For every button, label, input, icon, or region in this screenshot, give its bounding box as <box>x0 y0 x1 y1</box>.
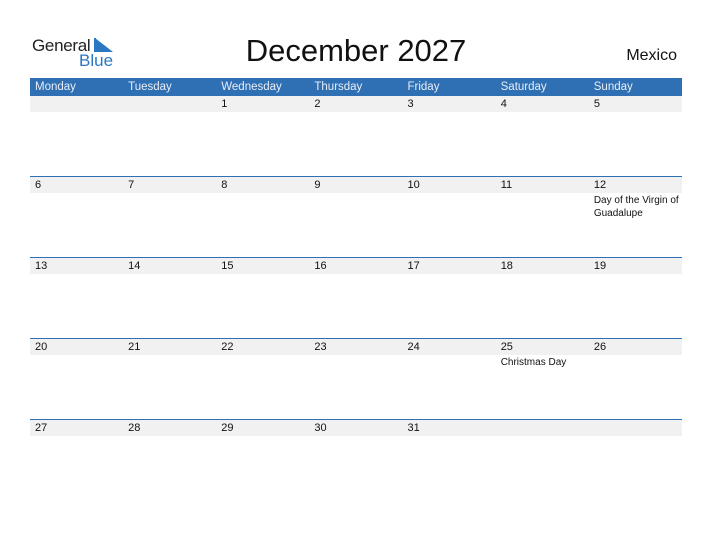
day-number: 14 <box>128 260 141 272</box>
day-cell: 14 <box>123 257 216 338</box>
day-cell: 30 <box>309 419 402 500</box>
weekday-monday: Monday <box>35 81 76 93</box>
day-number: 19 <box>593 260 607 272</box>
day-number: 30 <box>314 422 327 434</box>
weekday-saturday: Saturday <box>500 81 547 93</box>
day-cell: 25 Christmas Day <box>496 338 589 419</box>
week-row: 13 14 15 16 17 18 19 <box>30 257 682 338</box>
day-number: 16 <box>314 260 327 272</box>
day-cell: 22 <box>216 338 309 419</box>
weekday-friday: Friday <box>407 81 440 93</box>
day-number: 5 <box>593 98 600 110</box>
day-number: 21 <box>128 341 141 353</box>
day-cell <box>123 95 216 176</box>
day-number: 20 <box>35 341 48 353</box>
day-cell: 28 <box>123 419 216 500</box>
day-cell <box>30 95 123 176</box>
day-number: 13 <box>35 260 48 272</box>
day-number: 12 <box>593 179 607 191</box>
day-cell: 18 <box>496 257 589 338</box>
week-row: 27 28 29 30 31 <box>30 419 682 500</box>
day-number: 4 <box>500 98 507 110</box>
day-cell: 29 <box>216 419 309 500</box>
day-cell: 15 <box>216 257 309 338</box>
day-number: 3 <box>407 98 414 110</box>
day-cell: 27 <box>30 419 123 500</box>
day-cell: 6 <box>30 176 123 257</box>
day-cell: 7 <box>123 176 216 257</box>
day-number: 2 <box>314 98 321 110</box>
day-cell: 20 <box>30 338 123 419</box>
weekday-sunday: Sunday <box>593 81 633 93</box>
country-label: Mexico <box>626 47 677 64</box>
day-cell: 1 <box>216 95 309 176</box>
day-cell: 8 <box>216 176 309 257</box>
weekday-tuesday: Tuesday <box>128 81 172 93</box>
calendar-title: December 2027 <box>245 33 467 68</box>
day-cell: 24 <box>403 338 496 419</box>
day-cell: 13 <box>30 257 123 338</box>
weekday-thursday: Thursday <box>314 81 363 93</box>
day-cell: 19 <box>589 257 682 338</box>
day-cell: 21 <box>123 338 216 419</box>
day-cell: 9 <box>309 176 402 257</box>
day-cell: 10 <box>403 176 496 257</box>
day-number: 6 <box>35 179 42 191</box>
day-cell: 23 <box>309 338 402 419</box>
day-cell: 17 <box>403 257 496 338</box>
day-number: 7 <box>128 179 135 191</box>
day-number: 10 <box>407 179 420 191</box>
weekday-header: Monday Tuesday Wednesday Thursday Friday… <box>30 78 682 96</box>
day-number: 1 <box>221 98 228 110</box>
day-number: 18 <box>500 260 513 272</box>
day-cell: 16 <box>309 257 402 338</box>
day-number: 26 <box>593 341 607 353</box>
day-number: 22 <box>221 341 234 353</box>
day-number: 24 <box>407 341 420 353</box>
week-row: 20 21 22 23 24 25 Christmas Day 26 <box>30 338 682 419</box>
day-cell: 11 <box>496 176 589 257</box>
day-number: 15 <box>221 260 234 272</box>
day-cell: 2 <box>309 95 402 176</box>
day-number: 29 <box>221 422 234 434</box>
day-number: 25 <box>500 341 513 353</box>
day-cell: 3 <box>403 95 496 176</box>
day-cell: 31 <box>403 419 496 500</box>
week-row: 6 7 8 9 10 11 12 Day of the Virgin of Guadalupe <box>30 176 682 257</box>
day-number: 23 <box>314 341 327 353</box>
day-cell: 4 <box>496 95 589 176</box>
day-number: 28 <box>128 422 141 434</box>
holiday-label: Day of the Virgin of Guadalupe <box>593 195 679 219</box>
weekday-wednesday: Wednesday <box>221 81 282 93</box>
day-cell <box>496 419 589 500</box>
day-number: 9 <box>314 179 321 191</box>
day-cell <box>589 419 682 500</box>
day-cell: 12 Day of the Virgin of Guadalupe <box>589 176 682 257</box>
day-number: 17 <box>407 260 420 272</box>
holiday-label: Christmas Day <box>500 357 567 368</box>
day-number: 8 <box>221 179 228 191</box>
day-number: 11 <box>500 179 513 191</box>
day-number: 27 <box>35 422 48 434</box>
day-number: 31 <box>407 422 420 434</box>
day-cell: 26 <box>589 338 682 419</box>
week-row: 1 2 3 4 5 <box>30 95 682 176</box>
day-cell: 5 <box>589 95 682 176</box>
